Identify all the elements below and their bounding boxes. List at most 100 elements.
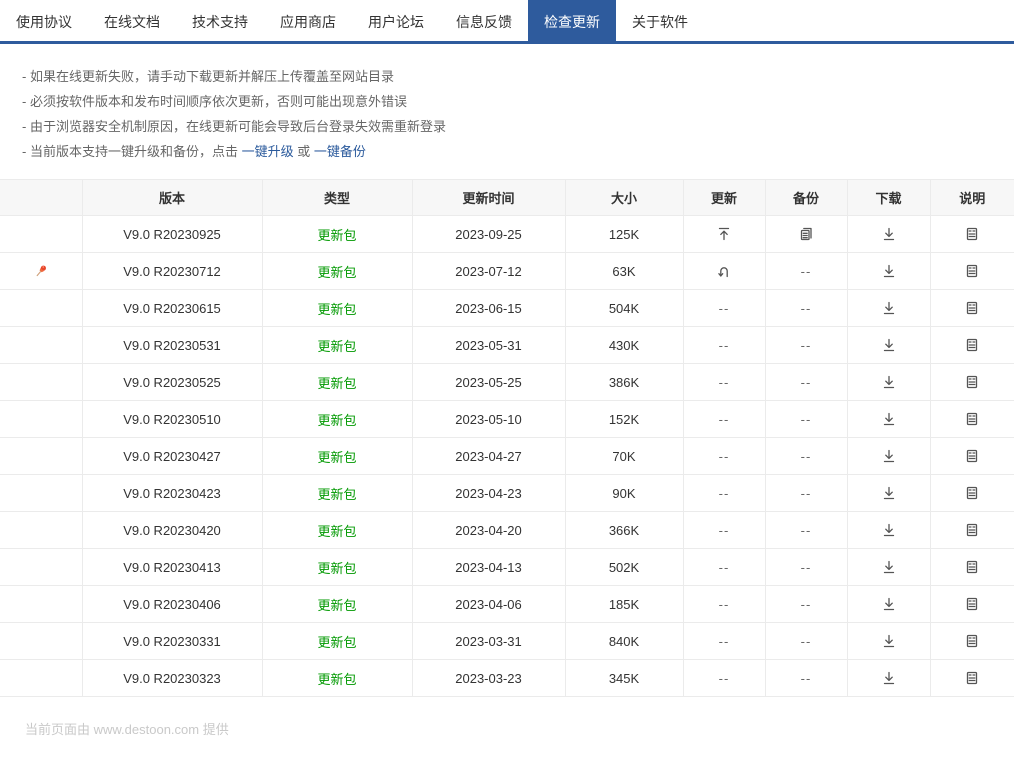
update-package-link[interactable]: 更新包 — [317, 302, 356, 317]
download-icon[interactable] — [881, 670, 897, 686]
tab-4[interactable]: 用户论坛 — [352, 0, 440, 41]
size-cell: 504K — [565, 290, 683, 327]
backup-none: -- — [801, 597, 812, 612]
update-none: -- — [719, 634, 730, 649]
type-cell: 更新包 — [262, 512, 412, 549]
one-click-upgrade-link[interactable]: 一键升级 — [242, 144, 294, 159]
info-doc-icon[interactable] — [964, 226, 980, 242]
table-row: V9.0 R20230525更新包2023-05-25386K---- — [0, 364, 1014, 401]
info-doc-icon[interactable] — [964, 522, 980, 538]
backup-action-cell: -- — [765, 401, 847, 438]
download-icon[interactable] — [881, 337, 897, 353]
type-cell: 更新包 — [262, 586, 412, 623]
update-none: -- — [719, 449, 730, 464]
download-icon[interactable] — [881, 522, 897, 538]
table-row: V9.0 R20230510更新包2023-05-10152K---- — [0, 401, 1014, 438]
download-icon[interactable] — [881, 559, 897, 575]
date-cell: 2023-09-25 — [412, 216, 565, 253]
info-doc-icon[interactable] — [964, 485, 980, 501]
info-doc-icon[interactable] — [964, 337, 980, 353]
info-doc-icon[interactable] — [964, 633, 980, 649]
update-package-link[interactable]: 更新包 — [317, 635, 356, 650]
update-package-link[interactable]: 更新包 — [317, 524, 356, 539]
tab-3[interactable]: 应用商店 — [264, 0, 352, 41]
download-icon[interactable] — [881, 485, 897, 501]
upgrade-icon[interactable] — [716, 226, 732, 242]
download-icon[interactable] — [881, 300, 897, 316]
info-action-cell — [930, 216, 1014, 253]
update-package-link[interactable]: 更新包 — [317, 487, 356, 502]
tab-1[interactable]: 在线文档 — [88, 0, 176, 41]
update-package-link[interactable]: 更新包 — [317, 339, 356, 354]
download-icon[interactable] — [881, 448, 897, 464]
download-icon[interactable] — [881, 226, 897, 242]
note-line-0: - 如果在线更新失败，请手动下载更新并解压上传覆盖至网站目录 — [22, 64, 1014, 89]
download-icon[interactable] — [881, 633, 897, 649]
info-doc-icon[interactable] — [964, 596, 980, 612]
info-doc-icon[interactable] — [964, 559, 980, 575]
pin-cell — [0, 438, 82, 475]
size-cell: 502K — [565, 549, 683, 586]
tab-0[interactable]: 使用协议 — [0, 0, 88, 41]
size-cell: 70K — [565, 438, 683, 475]
update-list-table: 版本类型更新时间大小更新备份下载说明 V9.0 R20230925更新包2023… — [0, 179, 1014, 697]
info-action-cell — [930, 512, 1014, 549]
update-package-link[interactable]: 更新包 — [317, 413, 356, 428]
update-package-link[interactable]: 更新包 — [317, 561, 356, 576]
backup-action-cell: -- — [765, 586, 847, 623]
version-cell: V9.0 R20230406 — [82, 586, 262, 623]
tab-6-active[interactable]: 检查更新 — [528, 0, 616, 41]
tab-7[interactable]: 关于软件 — [616, 0, 704, 41]
update-package-link[interactable]: 更新包 — [317, 672, 356, 687]
info-doc-icon[interactable] — [964, 263, 980, 279]
update-package-link[interactable]: 更新包 — [317, 228, 356, 243]
date-cell: 2023-07-12 — [412, 253, 565, 290]
pin-cell — [0, 660, 82, 697]
tab-5[interactable]: 信息反馈 — [440, 0, 528, 41]
info-action-cell — [930, 549, 1014, 586]
note-text: 或 — [294, 144, 314, 159]
backup-copy-icon[interactable] — [798, 226, 814, 242]
update-action-cell: -- — [683, 512, 765, 549]
info-action-cell — [930, 327, 1014, 364]
info-doc-icon[interactable] — [964, 374, 980, 390]
table-row: V9.0 R20230420更新包2023-04-20366K---- — [0, 512, 1014, 549]
update-action-cell: -- — [683, 660, 765, 697]
download-icon[interactable] — [881, 411, 897, 427]
download-icon[interactable] — [881, 374, 897, 390]
update-package-link[interactable]: 更新包 — [317, 265, 356, 280]
download-action-cell — [847, 290, 930, 327]
info-doc-icon[interactable] — [964, 670, 980, 686]
update-action-cell: -- — [683, 438, 765, 475]
download-icon[interactable] — [881, 263, 897, 279]
info-doc-icon[interactable] — [964, 448, 980, 464]
date-cell: 2023-05-25 — [412, 364, 565, 401]
date-cell: 2023-05-10 — [412, 401, 565, 438]
date-cell: 2023-05-31 — [412, 327, 565, 364]
download-icon[interactable] — [881, 596, 897, 612]
update-package-link[interactable]: 更新包 — [317, 450, 356, 465]
pin-cell — [0, 253, 82, 290]
pin-cell — [0, 623, 82, 660]
redo-update-icon[interactable] — [716, 263, 732, 279]
date-cell: 2023-06-15 — [412, 290, 565, 327]
update-package-link[interactable]: 更新包 — [317, 376, 356, 391]
column-header-类型: 类型 — [262, 180, 412, 216]
backup-none: -- — [801, 338, 812, 353]
table-row: V9.0 R20230427更新包2023-04-2770K---- — [0, 438, 1014, 475]
backup-action-cell: -- — [765, 327, 847, 364]
size-cell: 90K — [565, 475, 683, 512]
info-doc-icon[interactable] — [964, 300, 980, 316]
download-action-cell — [847, 660, 930, 697]
tab-2[interactable]: 技术支持 — [176, 0, 264, 41]
size-cell: 366K — [565, 512, 683, 549]
date-cell: 2023-04-27 — [412, 438, 565, 475]
one-click-backup-link[interactable]: 一键备份 — [314, 144, 366, 159]
update-none: -- — [719, 523, 730, 538]
column-header-说明: 说明 — [930, 180, 1014, 216]
version-cell: V9.0 R20230510 — [82, 401, 262, 438]
update-package-link[interactable]: 更新包 — [317, 598, 356, 613]
info-doc-icon[interactable] — [964, 411, 980, 427]
version-cell: V9.0 R20230531 — [82, 327, 262, 364]
info-action-cell — [930, 623, 1014, 660]
